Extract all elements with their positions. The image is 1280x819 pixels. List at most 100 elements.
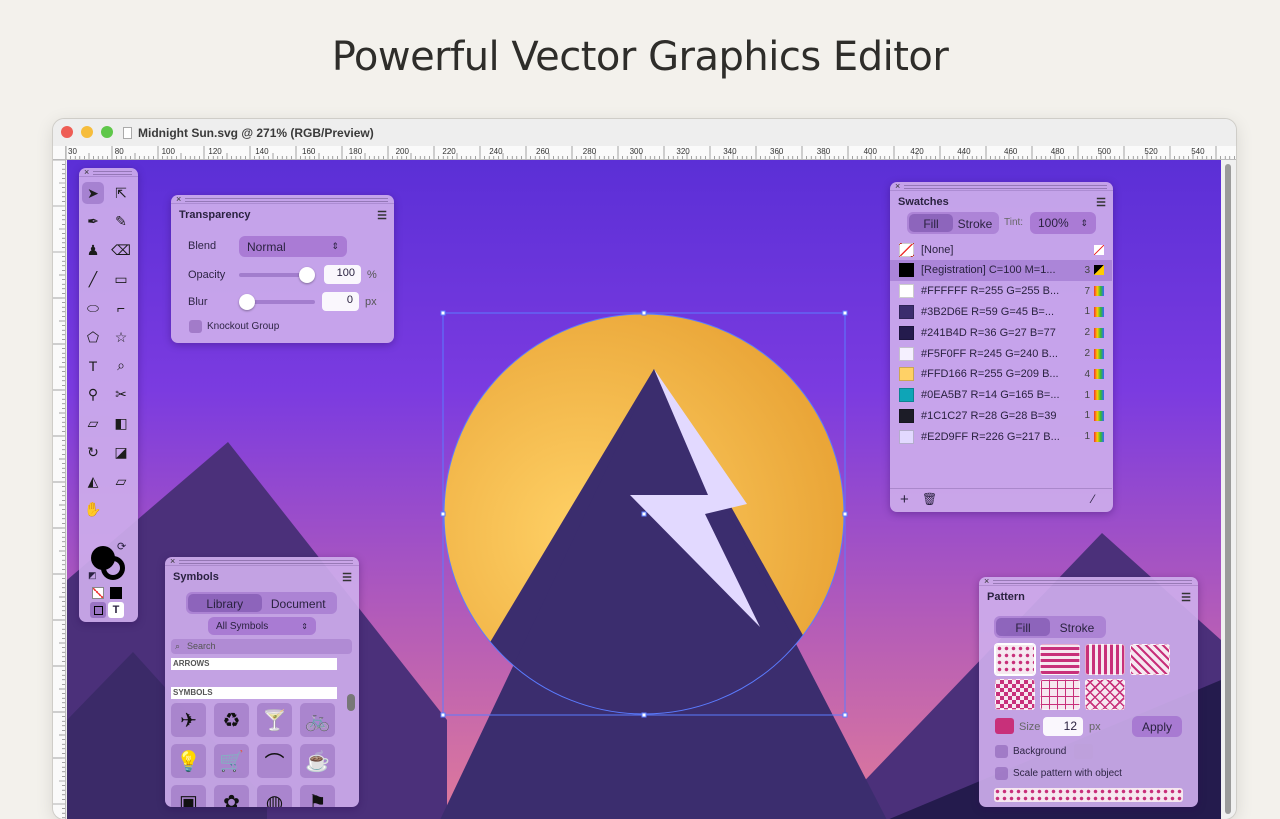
pattern-dots[interactable] [995,644,1035,675]
symbol-tile[interactable]: ☕ [300,744,335,778]
stroke-color-well[interactable] [101,556,125,580]
symbol-tile[interactable]: ✈ [171,703,206,737]
panel-menu-icon[interactable]: ☰ [377,209,387,222]
library-tab[interactable]: Library [188,594,262,612]
close-icon[interactable]: × [984,577,989,586]
close-icon[interactable]: × [176,195,181,204]
swatch-row[interactable]: #FFD166 R=255 G=209 B... 4 [890,364,1112,385]
rotate-tool[interactable]: ↻ [82,441,104,463]
stroke-tab[interactable]: Stroke [953,214,997,232]
opacity-field[interactable]: 100 [324,265,361,284]
symbols-grip[interactable]: × [165,557,359,566]
fill-stroke-toggle[interactable]: Fill Stroke [907,212,999,234]
text-mode-button[interactable]: T [108,602,124,618]
background-color-well[interactable] [1074,744,1093,759]
brush-tool[interactable]: ♟ [82,240,104,262]
pattern-grip[interactable]: × [979,577,1198,586]
symbol-tile[interactable]: 🍸 [257,703,292,737]
symbol-search-field[interactable]: ⌕ Search [171,639,352,654]
opacity-slider-knob[interactable] [299,267,315,283]
transparency-grip[interactable]: × [171,195,394,204]
size-field[interactable]: 12 [1043,717,1083,736]
document-tab[interactable]: Document [262,594,336,612]
background-checkbox[interactable] [995,745,1008,758]
pencil-tool[interactable]: ✎ [110,211,132,233]
toolbox-grip[interactable]: × [79,168,138,177]
close-icon[interactable]: × [895,182,900,191]
fill-stroke-toggle[interactable]: Fill Stroke [994,616,1106,638]
symbol-tile[interactable]: ⚑ [300,785,335,807]
default-colors-icon[interactable]: ◩ [88,570,97,581]
fill-tab[interactable]: Fill [909,214,953,232]
close-icon[interactable]: × [170,557,175,566]
pattern-grid[interactable] [1040,679,1080,710]
symbol-tile[interactable]: 🛒 [214,744,249,778]
ellipse-tool[interactable]: ⬭ [82,297,104,319]
swatch-row[interactable]: #FFFFFF R=255 G=255 B... 7 [890,281,1112,302]
swatch-row[interactable]: #E2D9FF R=226 G=217 B... 1 [890,426,1112,447]
pattern-horizontal-stripes[interactable] [1040,644,1080,675]
swap-colors-icon[interactable]: ⟳ [117,540,126,553]
swatch-row[interactable]: #F5F0FF R=245 G=240 B... 2 [890,343,1112,364]
text-tool[interactable]: T [82,355,104,377]
zoom-tool[interactable]: ⌕ [110,355,132,377]
symbol-filter-select[interactable]: All Symbols ⇕ [208,617,316,635]
blur-slider-knob[interactable] [239,294,255,310]
tint-select[interactable]: 100% ⇕ [1030,212,1096,234]
symbols-scrollbar-thumb[interactable] [347,694,355,711]
hand-tool[interactable]: ✋ [82,499,104,521]
swatch-row[interactable]: #1C1C27 R=28 G=28 B=39 1 [890,405,1112,426]
panel-menu-icon[interactable]: ☰ [1096,196,1106,209]
eyedropper-tool[interactable]: ⚲ [82,384,104,406]
eraser-tool[interactable]: ⌫ [110,240,132,262]
blur-field[interactable]: 0 [322,292,359,311]
gradient-tool[interactable]: ◧ [110,412,132,434]
ruler-tool[interactable]: ▱ [82,412,104,434]
close-window-button[interactable] [61,126,73,138]
pattern-color-well[interactable] [995,718,1014,734]
swatch-row[interactable]: #241B4D R=36 G=27 B=77 2 [890,322,1112,343]
pattern-vertical-stripes[interactable] [1085,644,1125,675]
pattern-diagonal-stripes[interactable] [1130,644,1170,675]
trash-icon[interactable]: 🗑 [922,492,937,506]
apply-button[interactable]: Apply [1132,716,1182,737]
mirror-tool[interactable]: ◭ [82,470,104,492]
none-color-button[interactable] [92,587,104,599]
swatch-row[interactable]: [Registration] C=100 M=1... 3 [890,259,1112,281]
close-icon[interactable]: × [84,168,89,177]
select-arrow-tool[interactable]: ➤ [82,182,104,204]
corner-tool[interactable]: ⌐ [110,297,132,319]
scissors-tool[interactable]: ✂ [110,384,132,406]
panel-menu-icon[interactable]: ☰ [342,571,352,584]
shear-tool[interactable]: ▱ [110,470,132,492]
swatch-row[interactable]: #0EA5B7 R=14 G=165 B=... 1 [890,385,1112,406]
library-document-toggle[interactable]: Library Document [186,592,337,614]
pattern-crosshatch[interactable] [1085,679,1125,710]
add-swatch-icon[interactable]: + [900,491,909,508]
horizontal-ruler[interactable]: 30 80 100 120 140 160 180 200 220 240 260 280 300 320… [66,146,1236,160]
stroke-tab[interactable]: Stroke [1050,618,1104,636]
direct-select-tool[interactable]: ⇱ [110,182,132,204]
fill-mode-button[interactable] [90,602,106,618]
symbol-tile[interactable]: ✿ [214,785,249,807]
fill-tab[interactable]: Fill [996,618,1050,636]
symbol-tile[interactable]: ◍ [257,785,292,807]
swatches-grip[interactable]: × [890,182,1113,191]
polygon-tool[interactable]: ⬠ [82,326,104,348]
symbol-tile[interactable]: 💡 [171,744,206,778]
rectangle-tool[interactable]: ▭ [110,268,132,290]
symbol-tile[interactable]: ♻ [214,703,249,737]
symbol-tile[interactable]: ▣ [171,785,206,807]
star-tool[interactable]: ☆ [110,326,132,348]
opacity-slider[interactable] [239,267,315,283]
symbol-tile[interactable]: ⌒ [257,744,292,778]
knockout-checkbox[interactable] [189,320,202,333]
swatch-row[interactable]: [None] [890,239,1112,260]
minimize-window-button[interactable] [81,126,93,138]
symbol-tile[interactable]: 🚲 [300,703,335,737]
pen-tool[interactable]: ✒ [82,211,104,233]
blend-select[interactable]: Normal ⇕ [239,236,347,257]
zoom-window-button[interactable] [101,126,113,138]
line-tool[interactable]: ╱ [82,268,104,290]
pattern-checker[interactable] [995,679,1035,710]
